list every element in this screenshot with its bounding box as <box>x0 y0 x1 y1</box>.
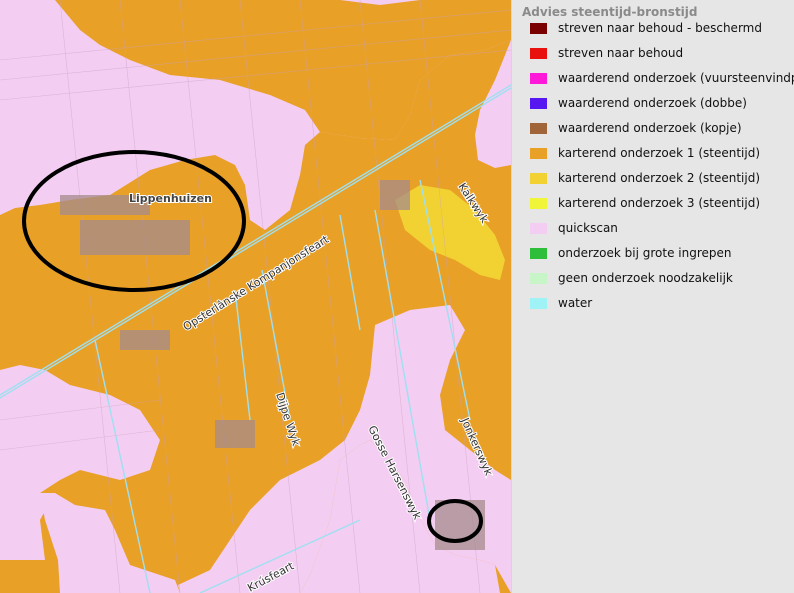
legend-label: streven naar behoud - beschermd <box>558 21 762 35</box>
legend-label: quickscan <box>558 221 618 235</box>
legend-label: streven naar behoud <box>558 46 684 60</box>
legend-label: onderzoek bij grote ingrepen <box>558 246 732 260</box>
legend-swatch <box>530 123 547 134</box>
legend-label: waarderend onderzoek (kopje) <box>558 121 742 135</box>
legend-swatch <box>530 223 547 234</box>
legend-swatch <box>530 48 547 59</box>
legend-swatch <box>530 198 547 209</box>
legend-label: water <box>558 296 593 310</box>
legend-panel: Advies steentijd-bronstijd streven naar … <box>511 0 794 593</box>
legend-label: waarderend onderzoek (vuursteenvindplaat… <box>558 71 794 85</box>
legend-swatch <box>530 298 547 309</box>
legend-swatch <box>530 148 547 159</box>
legend-label: karterend onderzoek 1 (steentijd) <box>558 146 761 160</box>
legend-swatch <box>530 73 547 84</box>
place-label-lippenhuizen: Lippenhuizen <box>129 192 212 205</box>
legend-swatch <box>530 248 547 259</box>
map-canvas[interactable]: Lippenhuizen Opsterlânske Kompanjonsfear… <box>0 0 511 593</box>
legend-title: Advies steentijd-bronstijd <box>522 5 698 19</box>
legend-swatch <box>530 23 547 34</box>
legend-swatch <box>530 98 547 109</box>
legend-label: waarderend onderzoek (dobbe) <box>558 96 747 110</box>
legend-label: geen onderzoek noodzakelijk <box>558 271 733 285</box>
legend-label: karterend onderzoek 2 (steentijd) <box>558 171 761 185</box>
legend-label: karterend onderzoek 3 (steentijd) <box>558 196 761 210</box>
legend-swatch <box>530 173 547 184</box>
legend-swatch <box>530 273 547 284</box>
map-view[interactable]: Lippenhuizen Opsterlânske Kompanjonsfear… <box>0 0 511 593</box>
